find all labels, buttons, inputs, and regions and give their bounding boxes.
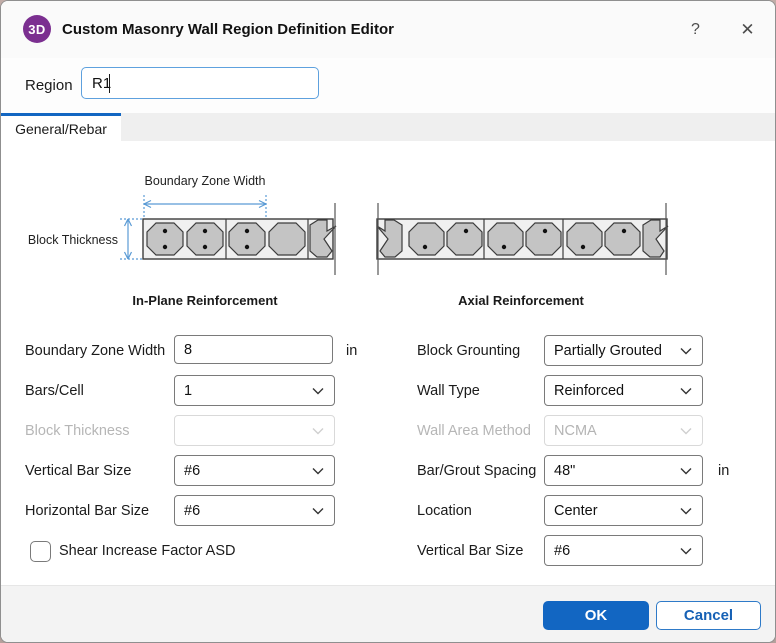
- axial-caption: Axial Reinforcement: [458, 293, 584, 308]
- bar-grout-spacing-value: 48": [545, 463, 680, 479]
- axial-wall-diagram: Axial Reinforcement: [361, 161, 691, 311]
- ok-button[interactable]: OK: [543, 601, 649, 630]
- region-label: Region: [25, 58, 73, 113]
- block-thickness-dim-label: Block Thickness: [28, 233, 118, 247]
- footer-bar: OK Cancel: [1, 585, 775, 643]
- shear-increase-factor-label: Shear Increase Factor ASD: [59, 531, 236, 571]
- axial-vertical-bar-size-label: Vertical Bar Size: [417, 531, 523, 571]
- field-row-bars-cell: Bars/Cell 1: [25, 371, 405, 411]
- shear-increase-row: Shear Increase Factor ASD: [25, 531, 405, 571]
- bar-grout-spacing-unit: in: [718, 451, 729, 491]
- inplane-form-column: Boundary Zone Width in Bars/Cell 1 Block…: [25, 331, 405, 571]
- wall-type-label: Wall Type: [417, 371, 480, 411]
- boundary-zone-dimension: [144, 195, 266, 218]
- boundary-zone-width-label: Boundary Zone Width: [25, 331, 165, 371]
- dialog-window: 3D Custom Masonry Wall Region Definition…: [0, 0, 776, 643]
- chevron-down-icon: [680, 547, 692, 555]
- app-logo-3d-icon: 3D: [23, 15, 51, 43]
- horizontal-bar-size-select[interactable]: #6: [174, 495, 335, 526]
- wall-type-select[interactable]: Reinforced: [544, 375, 703, 406]
- help-button[interactable]: ?: [682, 16, 709, 43]
- inplane-caption: In-Plane Reinforcement: [132, 293, 278, 308]
- chevron-down-icon: [680, 467, 692, 475]
- boundary-zone-width-input[interactable]: [174, 335, 333, 364]
- wall-area-method-select: NCMA: [544, 415, 703, 446]
- block-thickness-dimension: [120, 219, 143, 259]
- field-row-location: Location Center: [417, 491, 767, 531]
- vertical-bar-size-label: Vertical Bar Size: [25, 451, 131, 491]
- window-title: Custom Masonry Wall Region Definition Ed…: [62, 1, 394, 58]
- axial-form-column: Block Grounting Partially Grouted Wall T…: [417, 331, 767, 571]
- inplane-wall-diagram: Boundary Zone Width: [21, 161, 351, 311]
- location-select[interactable]: Center: [544, 495, 703, 526]
- block-grounting-label: Block Grounting: [417, 331, 520, 371]
- block-thickness-label: Block Thickness: [25, 411, 130, 451]
- field-row-bar-grout-spacing: Bar/Grout Spacing 48" in: [417, 451, 767, 491]
- axial-vertical-bar-size-select[interactable]: #6: [544, 535, 703, 566]
- chevron-down-icon: [312, 507, 324, 515]
- bars-cell-value: 1: [175, 383, 312, 399]
- cancel-button[interactable]: Cancel: [656, 601, 761, 630]
- field-row-axial-vertical-bar-size: Vertical Bar Size #6: [417, 531, 767, 571]
- chevron-down-icon: [680, 387, 692, 395]
- field-row-horizontal-bar-size: Horizontal Bar Size #6: [25, 491, 405, 531]
- region-row: Region: [1, 58, 775, 113]
- bar-grout-spacing-select[interactable]: 48": [544, 455, 703, 486]
- axial-vertical-bar-size-value: #6: [545, 543, 680, 559]
- wall-type-value: Reinforced: [545, 383, 680, 399]
- tab-strip: General/Rebar: [1, 113, 775, 141]
- chevron-down-icon: [680, 507, 692, 515]
- boundary-zone-width-dim-label: Boundary Zone Width: [145, 174, 266, 188]
- vertical-bar-size-select[interactable]: #6: [174, 455, 335, 486]
- tab-general-rebar[interactable]: General/Rebar: [1, 113, 121, 141]
- block-grounting-select[interactable]: Partially Grouted: [544, 335, 703, 366]
- text-caret: [109, 74, 110, 93]
- field-row-boundary-zone-width: Boundary Zone Width in: [25, 331, 405, 371]
- chevron-down-icon: [312, 387, 324, 395]
- title-bar: 3D Custom Masonry Wall Region Definition…: [1, 1, 775, 59]
- field-row-wall-type: Wall Type Reinforced: [417, 371, 767, 411]
- region-input[interactable]: [81, 67, 319, 99]
- shear-increase-factor-checkbox[interactable]: [30, 541, 51, 562]
- wall-area-method-label: Wall Area Method: [417, 411, 531, 451]
- boundary-zone-width-unit: in: [346, 331, 357, 371]
- bars-cell-select[interactable]: 1: [174, 375, 335, 406]
- horizontal-bar-size-value: #6: [175, 503, 312, 519]
- field-row-wall-area-method: Wall Area Method NCMA: [417, 411, 767, 451]
- wall-area-method-value: NCMA: [545, 423, 680, 439]
- block-grounting-value: Partially Grouted: [545, 343, 680, 359]
- vertical-bar-size-value: #6: [175, 463, 312, 479]
- field-row-block-grounting: Block Grounting Partially Grouted: [417, 331, 767, 371]
- field-row-vertical-bar-size: Vertical Bar Size #6: [25, 451, 405, 491]
- horizontal-bar-size-label: Horizontal Bar Size: [25, 491, 149, 531]
- chevron-down-icon: [312, 427, 324, 435]
- location-value: Center: [545, 503, 680, 519]
- bar-grout-spacing-label: Bar/Grout Spacing: [417, 451, 536, 491]
- chevron-down-icon: [680, 427, 692, 435]
- field-row-block-thickness: Block Thickness: [25, 411, 405, 451]
- chevron-down-icon: [312, 467, 324, 475]
- location-label: Location: [417, 491, 472, 531]
- bars-cell-label: Bars/Cell: [25, 371, 84, 411]
- chevron-down-icon: [680, 347, 692, 355]
- close-button[interactable]: ✕: [734, 16, 761, 43]
- block-thickness-select: [174, 415, 335, 446]
- tab-content: Boundary Zone Width: [1, 141, 775, 585]
